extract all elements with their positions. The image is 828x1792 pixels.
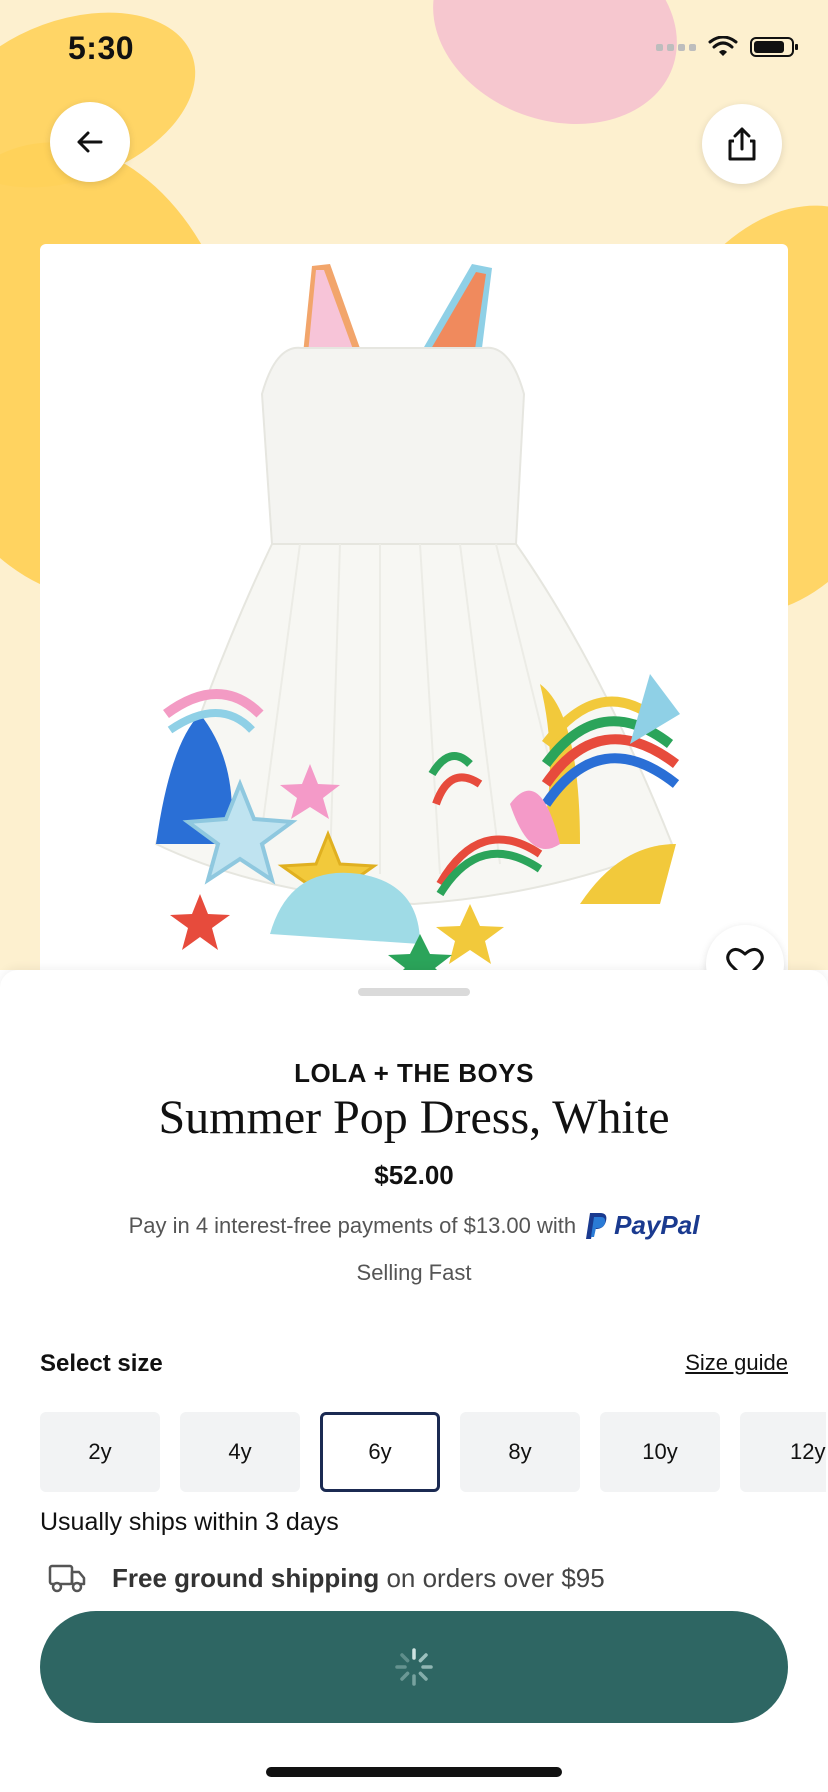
battery-icon [750, 37, 798, 57]
status-icons [656, 36, 798, 58]
pink-paint-blob [405, 0, 705, 158]
product-title: Summer Pop Dress, White [158, 1091, 670, 1144]
paypal-logo: PayPal [584, 1210, 699, 1241]
dress-illustration [154, 264, 680, 970]
free-shipping-text: Free ground shipping on orders over $95 [112, 1563, 605, 1594]
size-option[interactable]: 12y [740, 1412, 826, 1492]
brand-name[interactable]: LOLA + THE BOYS [0, 1058, 828, 1089]
home-indicator[interactable] [266, 1767, 562, 1777]
size-selector: 2y 4y 6y 8y 10y 12y [40, 1412, 826, 1492]
paypal-brand-text: PayPal [614, 1210, 700, 1240]
hero-background: 5:30 [0, 0, 828, 970]
free-shipping-rest: on orders over $95 [386, 1562, 605, 1593]
size-option[interactable]: 10y [600, 1412, 720, 1492]
share-button[interactable] [702, 104, 782, 184]
sheet-drag-handle[interactable] [358, 988, 470, 996]
back-button[interactable] [50, 102, 130, 182]
stock-note: Selling Fast [356, 1260, 472, 1285]
product-image[interactable] [40, 244, 788, 970]
arrow-left-icon [77, 131, 103, 153]
product-price: $52.00 [374, 1160, 454, 1190]
size-option-selected[interactable]: 6y [320, 1412, 440, 1492]
product-details-sheet: LOLA + THE BOYS Summer Pop Dress, White … [0, 970, 828, 1792]
ships-note: Usually ships within 3 days [40, 1508, 339, 1536]
paypal-installment-text: Pay in 4 interest-free payments of $13.0… [128, 1212, 577, 1238]
size-guide-link[interactable]: Size guide [685, 1350, 788, 1376]
spinner-icon [395, 1648, 433, 1686]
truck-icon [48, 1564, 86, 1593]
paypal-installments[interactable]: Pay in 4 interest-free payments of $13.0… [0, 1210, 828, 1241]
paypal-icon [586, 1212, 607, 1239]
heart-icon [726, 947, 764, 970]
free-shipping-bold: Free ground shipping [112, 1562, 380, 1593]
status-time: 5:30 [68, 30, 135, 66]
wifi-icon [708, 36, 738, 56]
free-shipping-banner: Free ground shipping on orders over $95 [48, 1562, 605, 1594]
size-option[interactable]: 8y [460, 1412, 580, 1492]
share-icon [728, 127, 756, 161]
select-size-label: Select size [40, 1350, 163, 1377]
signal-icon [656, 43, 696, 51]
size-option[interactable]: 4y [180, 1412, 300, 1492]
add-to-bag-button[interactable] [40, 1611, 788, 1723]
size-option[interactable]: 2y [40, 1412, 160, 1492]
